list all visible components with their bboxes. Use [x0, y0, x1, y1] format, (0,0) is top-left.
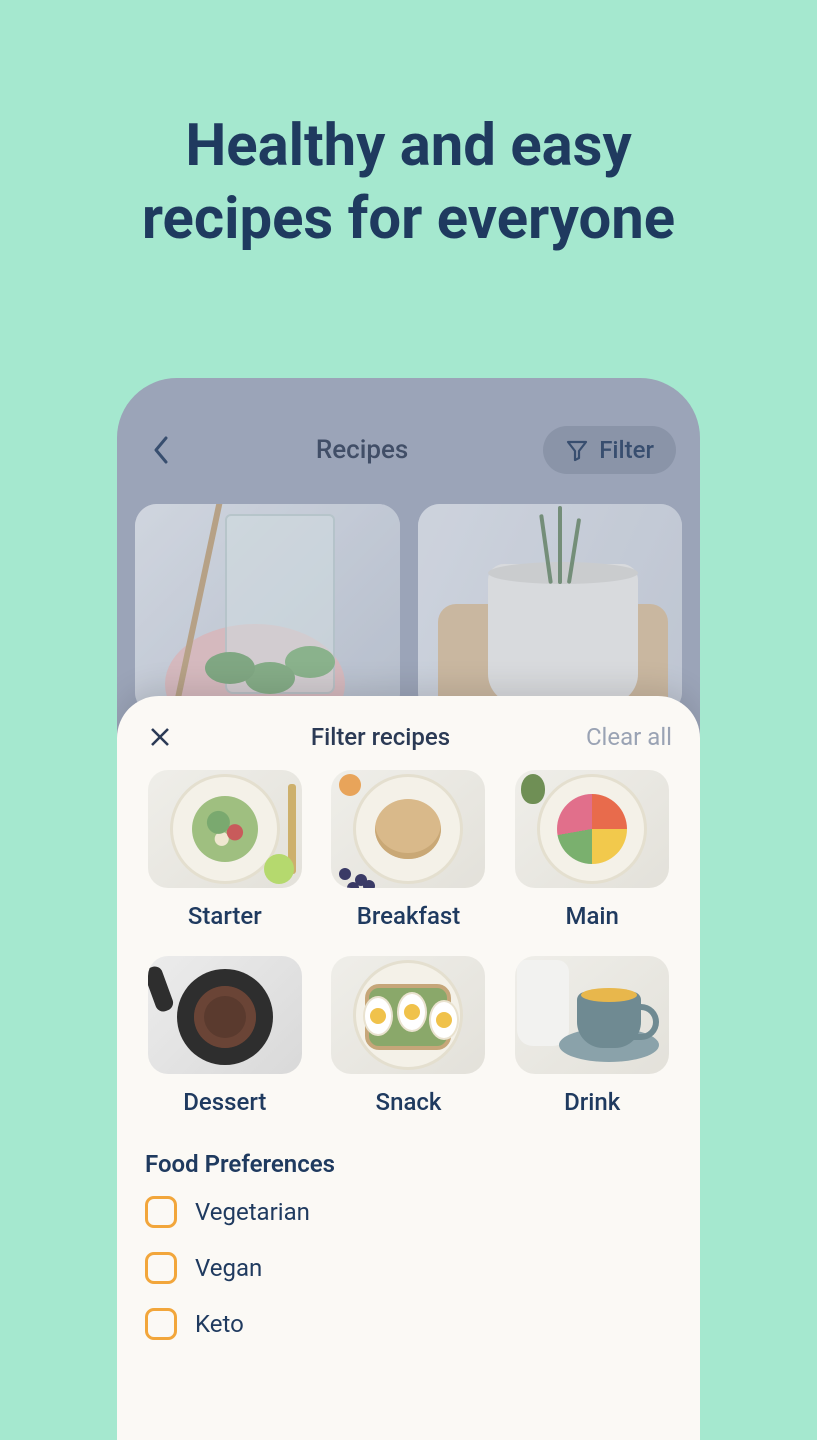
- category-image: [331, 770, 485, 888]
- chevron-left-icon: [152, 436, 170, 464]
- category-dessert[interactable]: Dessert: [145, 956, 305, 1116]
- category-label: Breakfast: [357, 902, 460, 930]
- category-label: Snack: [376, 1088, 442, 1116]
- recipe-card[interactable]: [418, 504, 683, 714]
- recipe-preview-row: [117, 494, 700, 714]
- checkbox[interactable]: [145, 1252, 177, 1284]
- preference-vegan[interactable]: Vegan: [145, 1252, 672, 1284]
- category-main[interactable]: Main: [512, 770, 672, 930]
- preference-label: Vegetarian: [195, 1198, 310, 1226]
- category-starter[interactable]: Starter: [145, 770, 305, 930]
- hero-line-1: Healthy and easy: [0, 110, 817, 183]
- app-header: Recipes Filter: [117, 378, 700, 494]
- preference-vegetarian[interactable]: Vegetarian: [145, 1196, 672, 1228]
- back-button[interactable]: [141, 430, 181, 470]
- checkbox[interactable]: [145, 1308, 177, 1340]
- page-title: Recipes: [316, 435, 408, 465]
- category-breakfast[interactable]: Breakfast: [329, 770, 489, 930]
- filter-button-label: Filter: [599, 436, 654, 464]
- category-image: [515, 956, 669, 1074]
- category-image: [331, 956, 485, 1074]
- hero-title: Healthy and easy recipes for everyone: [0, 0, 817, 255]
- category-label: Main: [565, 902, 618, 930]
- hero-line-2: recipes for everyone: [0, 183, 817, 256]
- category-image: [148, 956, 302, 1074]
- checkbox[interactable]: [145, 1196, 177, 1228]
- preferences-heading: Food Preferences: [145, 1150, 672, 1178]
- preference-label: Keto: [195, 1310, 244, 1338]
- category-label: Drink: [564, 1088, 620, 1116]
- close-icon: [148, 725, 172, 749]
- filter-button[interactable]: Filter: [543, 426, 676, 474]
- sheet-header: Filter recipes Clear all: [145, 722, 672, 752]
- category-label: Starter: [188, 902, 262, 930]
- preferences-list: Vegetarian Vegan Keto: [145, 1196, 672, 1340]
- filter-sheet: Filter recipes Clear all Starter Breakfa…: [117, 696, 700, 1440]
- clear-all-button[interactable]: Clear all: [586, 723, 672, 751]
- category-label: Dessert: [183, 1088, 266, 1116]
- preference-keto[interactable]: Keto: [145, 1308, 672, 1340]
- preference-label: Vegan: [195, 1254, 262, 1282]
- category-image: [515, 770, 669, 888]
- category-image: [148, 770, 302, 888]
- sheet-title: Filter recipes: [311, 723, 450, 751]
- recipe-card[interactable]: [135, 504, 400, 714]
- filter-icon: [565, 438, 589, 462]
- category-drink[interactable]: Drink: [512, 956, 672, 1116]
- phone-frame: Recipes Filter Filter recipes Clear all …: [117, 378, 700, 1440]
- category-grid: Starter Breakfast Main Dessert Snack Dri…: [145, 770, 672, 1116]
- close-button[interactable]: [145, 722, 175, 752]
- category-snack[interactable]: Snack: [329, 956, 489, 1116]
